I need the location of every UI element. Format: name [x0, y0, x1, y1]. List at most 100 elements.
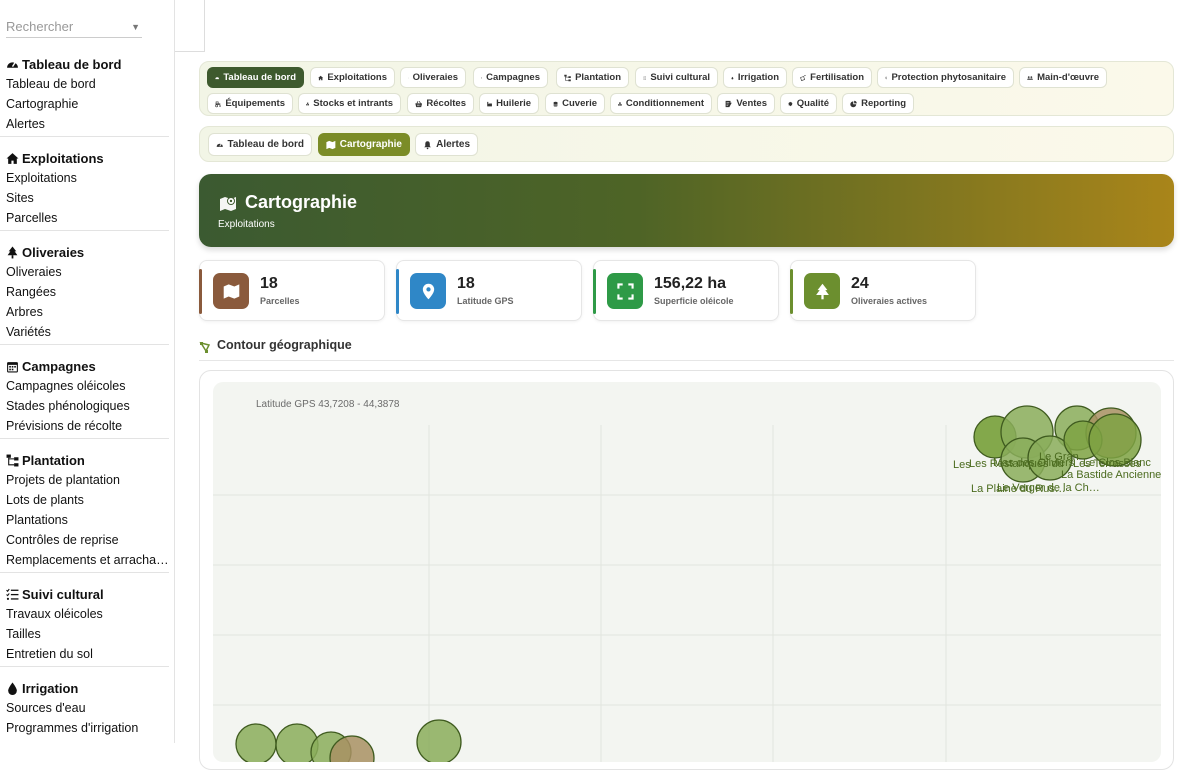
sidebar-item[interactable]: Tableau de bord [6, 74, 169, 94]
sidebar-section-header[interactable]: Tableau de bord [6, 54, 169, 74]
sidebar-section: CampagnesCampagnes oléicolesStades phéno… [6, 356, 169, 436]
sidebar-item[interactable]: Sites [6, 188, 169, 208]
sidebar-item[interactable]: Remplacements et arrachages [6, 550, 169, 570]
kpi-card: 24Oliveraies actives [790, 260, 976, 321]
tab-tableau-de-bord[interactable]: Tableau de bord [207, 67, 304, 88]
sidebar-section-header[interactable]: Oliveraies [6, 242, 169, 262]
kpi-accent-bar [199, 269, 202, 314]
section-title: Contour géographique [199, 338, 1174, 361]
sidebar-item[interactable]: Travaux oléicoles [6, 604, 169, 624]
gauge-icon [216, 140, 224, 150]
tab-exploitations[interactable]: Exploitations [310, 67, 395, 88]
tab-campagnes[interactable]: Campagnes [473, 67, 548, 88]
tab-label: Qualité [797, 98, 829, 109]
tab-oliveraies[interactable]: Oliveraies [400, 67, 466, 88]
search-input[interactable] [6, 14, 126, 34]
sidebar-divider [0, 666, 169, 667]
map-icon [326, 140, 336, 150]
tab-reporting[interactable]: Reporting [842, 93, 914, 114]
receipt-icon [725, 99, 732, 109]
subtab-cartographie[interactable]: Cartographie [318, 133, 410, 156]
tab-huilerie[interactable]: Huilerie [479, 93, 539, 114]
parcel-label: La Plaine du Rus… [971, 483, 1066, 495]
sidebar-item[interactable]: Lots de plants [6, 490, 169, 510]
tab-qualit-[interactable]: Qualité [780, 93, 837, 114]
page-subtitle: Exploitations [218, 219, 275, 230]
kpi-accent-bar [396, 269, 399, 314]
main-tabs: Tableau de bord ExploitationsOliveraies Ca… [199, 61, 1174, 116]
tab-conditionnement[interactable]: Conditionnement [610, 93, 712, 114]
tab-label: Cuverie [562, 98, 597, 109]
home-icon [6, 152, 19, 165]
tab-cuverie[interactable]: Cuverie [545, 93, 605, 114]
sidebar-item[interactable]: Programmes d'irrigation [6, 718, 169, 738]
parcel-marker[interactable] [236, 724, 276, 762]
calendar-icon [6, 360, 19, 373]
search-box[interactable]: ▼ [6, 14, 142, 38]
map-canvas[interactable]: LesLe GranLes Restanques duLes Terrasses… [213, 382, 1161, 762]
sidebar-item[interactable]: Prévisions de récolte [6, 416, 169, 436]
tab-plantation[interactable]: Plantation [556, 67, 629, 88]
sidebar-section-header[interactable]: Suivi cultural [6, 584, 169, 604]
sidebar: ▼ Tableau de bordTableau de bordCartogra… [0, 0, 175, 743]
sidebar-section: OliveraiesOliveraiesRangéesArbresVariété… [6, 242, 169, 342]
sidebar-item[interactable]: Contrôles de reprise [6, 530, 169, 550]
sidebar-item[interactable]: Projets de plantation [6, 470, 169, 490]
tab-ventes[interactable]: Ventes [717, 93, 775, 114]
parcel-label: Le Clos Blanc [1083, 457, 1151, 469]
boxes-icon [618, 99, 622, 109]
sitemap-icon [564, 73, 571, 83]
sidebar-item[interactable]: Entretien du sol [6, 644, 169, 664]
sidebar-item[interactable]: Plantations [6, 510, 169, 530]
sidebar-section-header[interactable]: Exploitations [6, 148, 169, 168]
parcel-marker[interactable] [417, 720, 461, 762]
pin-icon [420, 283, 437, 300]
sidebar-section-header[interactable]: Irrigation [6, 678, 169, 698]
sidebar-item[interactable]: Parcelles [6, 208, 169, 228]
map-plot[interactable]: LesLe GranLes Restanques duLes Terrasses… [213, 382, 1161, 762]
sidebar-item[interactable]: Campagnes oléicoles [6, 376, 169, 396]
sidebar-item[interactable]: Arbres [6, 302, 169, 322]
sidebar-section-header[interactable]: Campagnes [6, 356, 169, 376]
hero-banner: Cartographie Exploitations [199, 174, 1174, 247]
tab-label: Huilerie [496, 98, 531, 109]
tab-stocks-et-intrants[interactable]: Stocks et intrants [298, 93, 401, 114]
sidebar-divider [0, 438, 169, 439]
sidebar-section: IrrigationSources d'eauProgrammes d'irri… [6, 678, 169, 738]
sidebar-item[interactable]: Stades phénologiques [6, 396, 169, 416]
tab--quipements[interactable]: Équipements [207, 93, 293, 114]
sidebar-item[interactable]: Variétés [6, 322, 169, 342]
tab-protection-phytosanitaire[interactable]: Protection phytosanitaire [877, 67, 1014, 88]
tab-label: Fertilisation [810, 72, 864, 83]
kpi-icon-tile [607, 273, 643, 309]
tree-icon [814, 283, 831, 300]
tab-irrigation[interactable]: Irrigation [723, 67, 787, 88]
sidebar-item[interactable]: Alertes [6, 114, 169, 134]
sidebar-item[interactable]: Cartographie [6, 94, 169, 114]
map-location-icon [218, 193, 238, 213]
sidebar-section-header[interactable]: Plantation [6, 450, 169, 470]
coordinate-range-label: Latitude GPS 43,7208 - 44,3878 [256, 399, 399, 410]
sidebar-item[interactable]: Exploitations [6, 168, 169, 188]
subtab-alertes[interactable]: Alertes [415, 133, 478, 156]
sidebar-item[interactable]: Rangées [6, 282, 169, 302]
sidebar-item[interactable]: Sources d'eau [6, 698, 169, 718]
chevron-down-icon[interactable]: ▼ [131, 22, 140, 32]
sidebar-item[interactable]: Tailles [6, 624, 169, 644]
tab-suivi-cultural[interactable]: Suivi cultural [635, 67, 718, 88]
sidebar-section-title: Oliveraies [22, 245, 84, 260]
tab-fertilisation[interactable]: Fertilisation [792, 67, 872, 88]
section-title-text: Contour géographique [217, 338, 352, 352]
map-card: LesLe GranLes Restanques duLes Terrasses… [199, 370, 1174, 770]
tab-label: Plantation [575, 72, 621, 83]
sidebar-item[interactable]: Oliveraies [6, 262, 169, 282]
tab-label: Main-d'œuvre [1037, 72, 1099, 83]
tab-label: Tableau de bord [223, 72, 296, 83]
tab-r-coltes[interactable]: Récoltes [407, 93, 474, 114]
tab-label: Stocks et intrants [313, 98, 393, 109]
tab-main-d-uvre[interactable]: Main-d'œuvre [1019, 67, 1107, 88]
bell-icon [423, 140, 432, 150]
subtab-label: Tableau de bord [228, 139, 305, 150]
tractor-icon [215, 99, 221, 109]
subtab-tableau-de-bord[interactable]: Tableau de bord [208, 133, 312, 156]
